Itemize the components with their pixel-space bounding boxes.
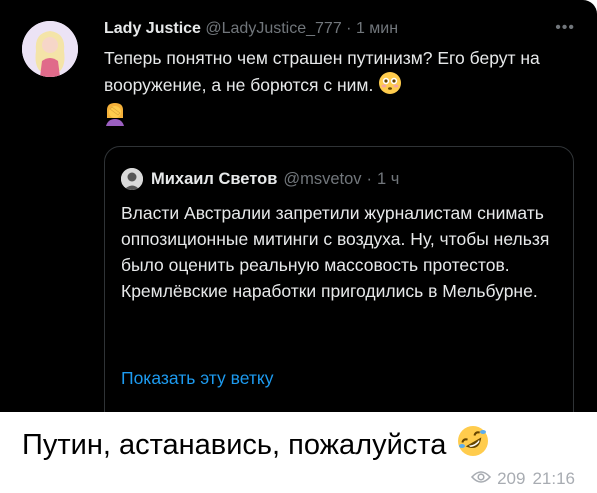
quote-text: Власти Австралии запретили журналистам с… <box>121 203 550 301</box>
quote-author-avatar[interactable] <box>121 168 143 190</box>
author-handle[interactable]: @LadyJustice_777 <box>205 20 341 37</box>
show-thread-link[interactable]: Показать эту ветку <box>121 368 274 389</box>
separator: · <box>366 169 373 188</box>
tweet-text: Теперь понятно чем страшен путинизм? Его… <box>104 45 574 133</box>
rolling-on-floor-laughing-emoji <box>456 424 490 466</box>
quoted-tweet[interactable]: Михаил Светов @msvetov · 1 ч Власти Авст… <box>104 146 574 412</box>
more-options-icon[interactable]: ••• <box>555 19 575 37</box>
eye-icon <box>471 469 492 489</box>
tweet-body: Теперь понятно чем страшен путинизм? Его… <box>104 48 540 96</box>
quote-author-name[interactable]: Михаил Светов <box>151 170 277 189</box>
quote-author-handle[interactable]: @msvetov <box>283 170 361 189</box>
tweet-screenshot: Lady Justice @LadyJustice_777 · 1 мин ••… <box>0 0 597 412</box>
tweet-author-line: Lady Justice @LadyJustice_777 · 1 мин <box>104 20 398 38</box>
separator: · <box>346 20 352 37</box>
caption-text: Путин, астанавись, пожалуйста <box>22 428 447 461</box>
author-avatar[interactable] <box>22 21 78 77</box>
view-count: 209 <box>497 469 526 488</box>
tweet-time[interactable]: 1 мин <box>356 20 398 37</box>
quote-author-line: Михаил Светов @msvetov · 1 ч <box>121 168 399 190</box>
quote-time[interactable]: 1 ч <box>377 170 399 189</box>
message-time: 21:16 <box>532 469 575 488</box>
message-meta: 209 21:16 <box>471 469 575 489</box>
woman-facepalming-emoji <box>104 102 126 133</box>
author-name[interactable]: Lady Justice <box>104 20 201 37</box>
message-caption: Путин, астанавись, пожалуйста <box>22 424 490 466</box>
flushed-face-emoji <box>378 71 402 102</box>
